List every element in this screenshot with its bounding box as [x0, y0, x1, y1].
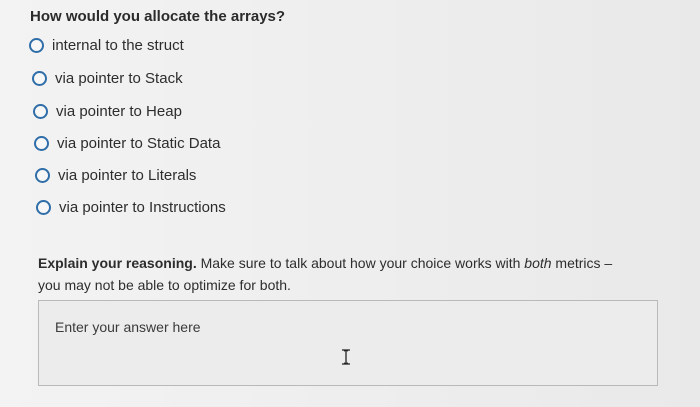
quiz-page: How would you allocate the arrays? inter… [0, 0, 700, 407]
radio-button-icon[interactable] [36, 200, 51, 215]
explanation-lead: Explain your reasoning. [38, 255, 197, 271]
option-label: via pointer to Instructions [59, 199, 226, 216]
radio-button-icon[interactable] [29, 38, 44, 53]
explanation-text-end: metrics – [551, 255, 613, 271]
option-label: via pointer to Static Data [57, 135, 221, 152]
radio-button-icon[interactable] [33, 104, 48, 119]
option-pointer-literals[interactable]: via pointer to Literals [35, 167, 196, 184]
option-label: via pointer to Stack [55, 70, 183, 87]
explanation-text: Make sure to talk about how your choice … [196, 255, 525, 271]
radio-button-icon[interactable] [34, 136, 49, 151]
option-internal-to-struct[interactable]: internal to the struct [29, 37, 184, 54]
explanation-prompt: Explain your reasoning. Make sure to tal… [38, 252, 658, 296]
explanation-emphasis: both [524, 255, 552, 271]
option-pointer-instructions[interactable]: via pointer to Instructions [36, 199, 226, 216]
i-beam-cursor-icon [342, 349, 350, 365]
radio-button-icon[interactable] [35, 168, 50, 183]
radio-button-icon[interactable] [32, 71, 47, 86]
option-pointer-heap[interactable]: via pointer to Heap [33, 103, 182, 120]
option-label: via pointer to Literals [58, 167, 197, 184]
question-title: How would you allocate the arrays? [30, 8, 286, 25]
option-pointer-stack[interactable]: via pointer to Stack [32, 70, 183, 87]
option-label: via pointer to Heap [56, 103, 182, 120]
answer-placeholder: Enter your answer here [55, 319, 201, 335]
answer-textarea[interactable]: Enter your answer here [38, 300, 658, 386]
option-pointer-static-data[interactable]: via pointer to Static Data [34, 135, 220, 152]
explanation-second-line: you may not be able to optimize for both… [38, 277, 291, 293]
option-label: internal to the struct [52, 37, 184, 54]
